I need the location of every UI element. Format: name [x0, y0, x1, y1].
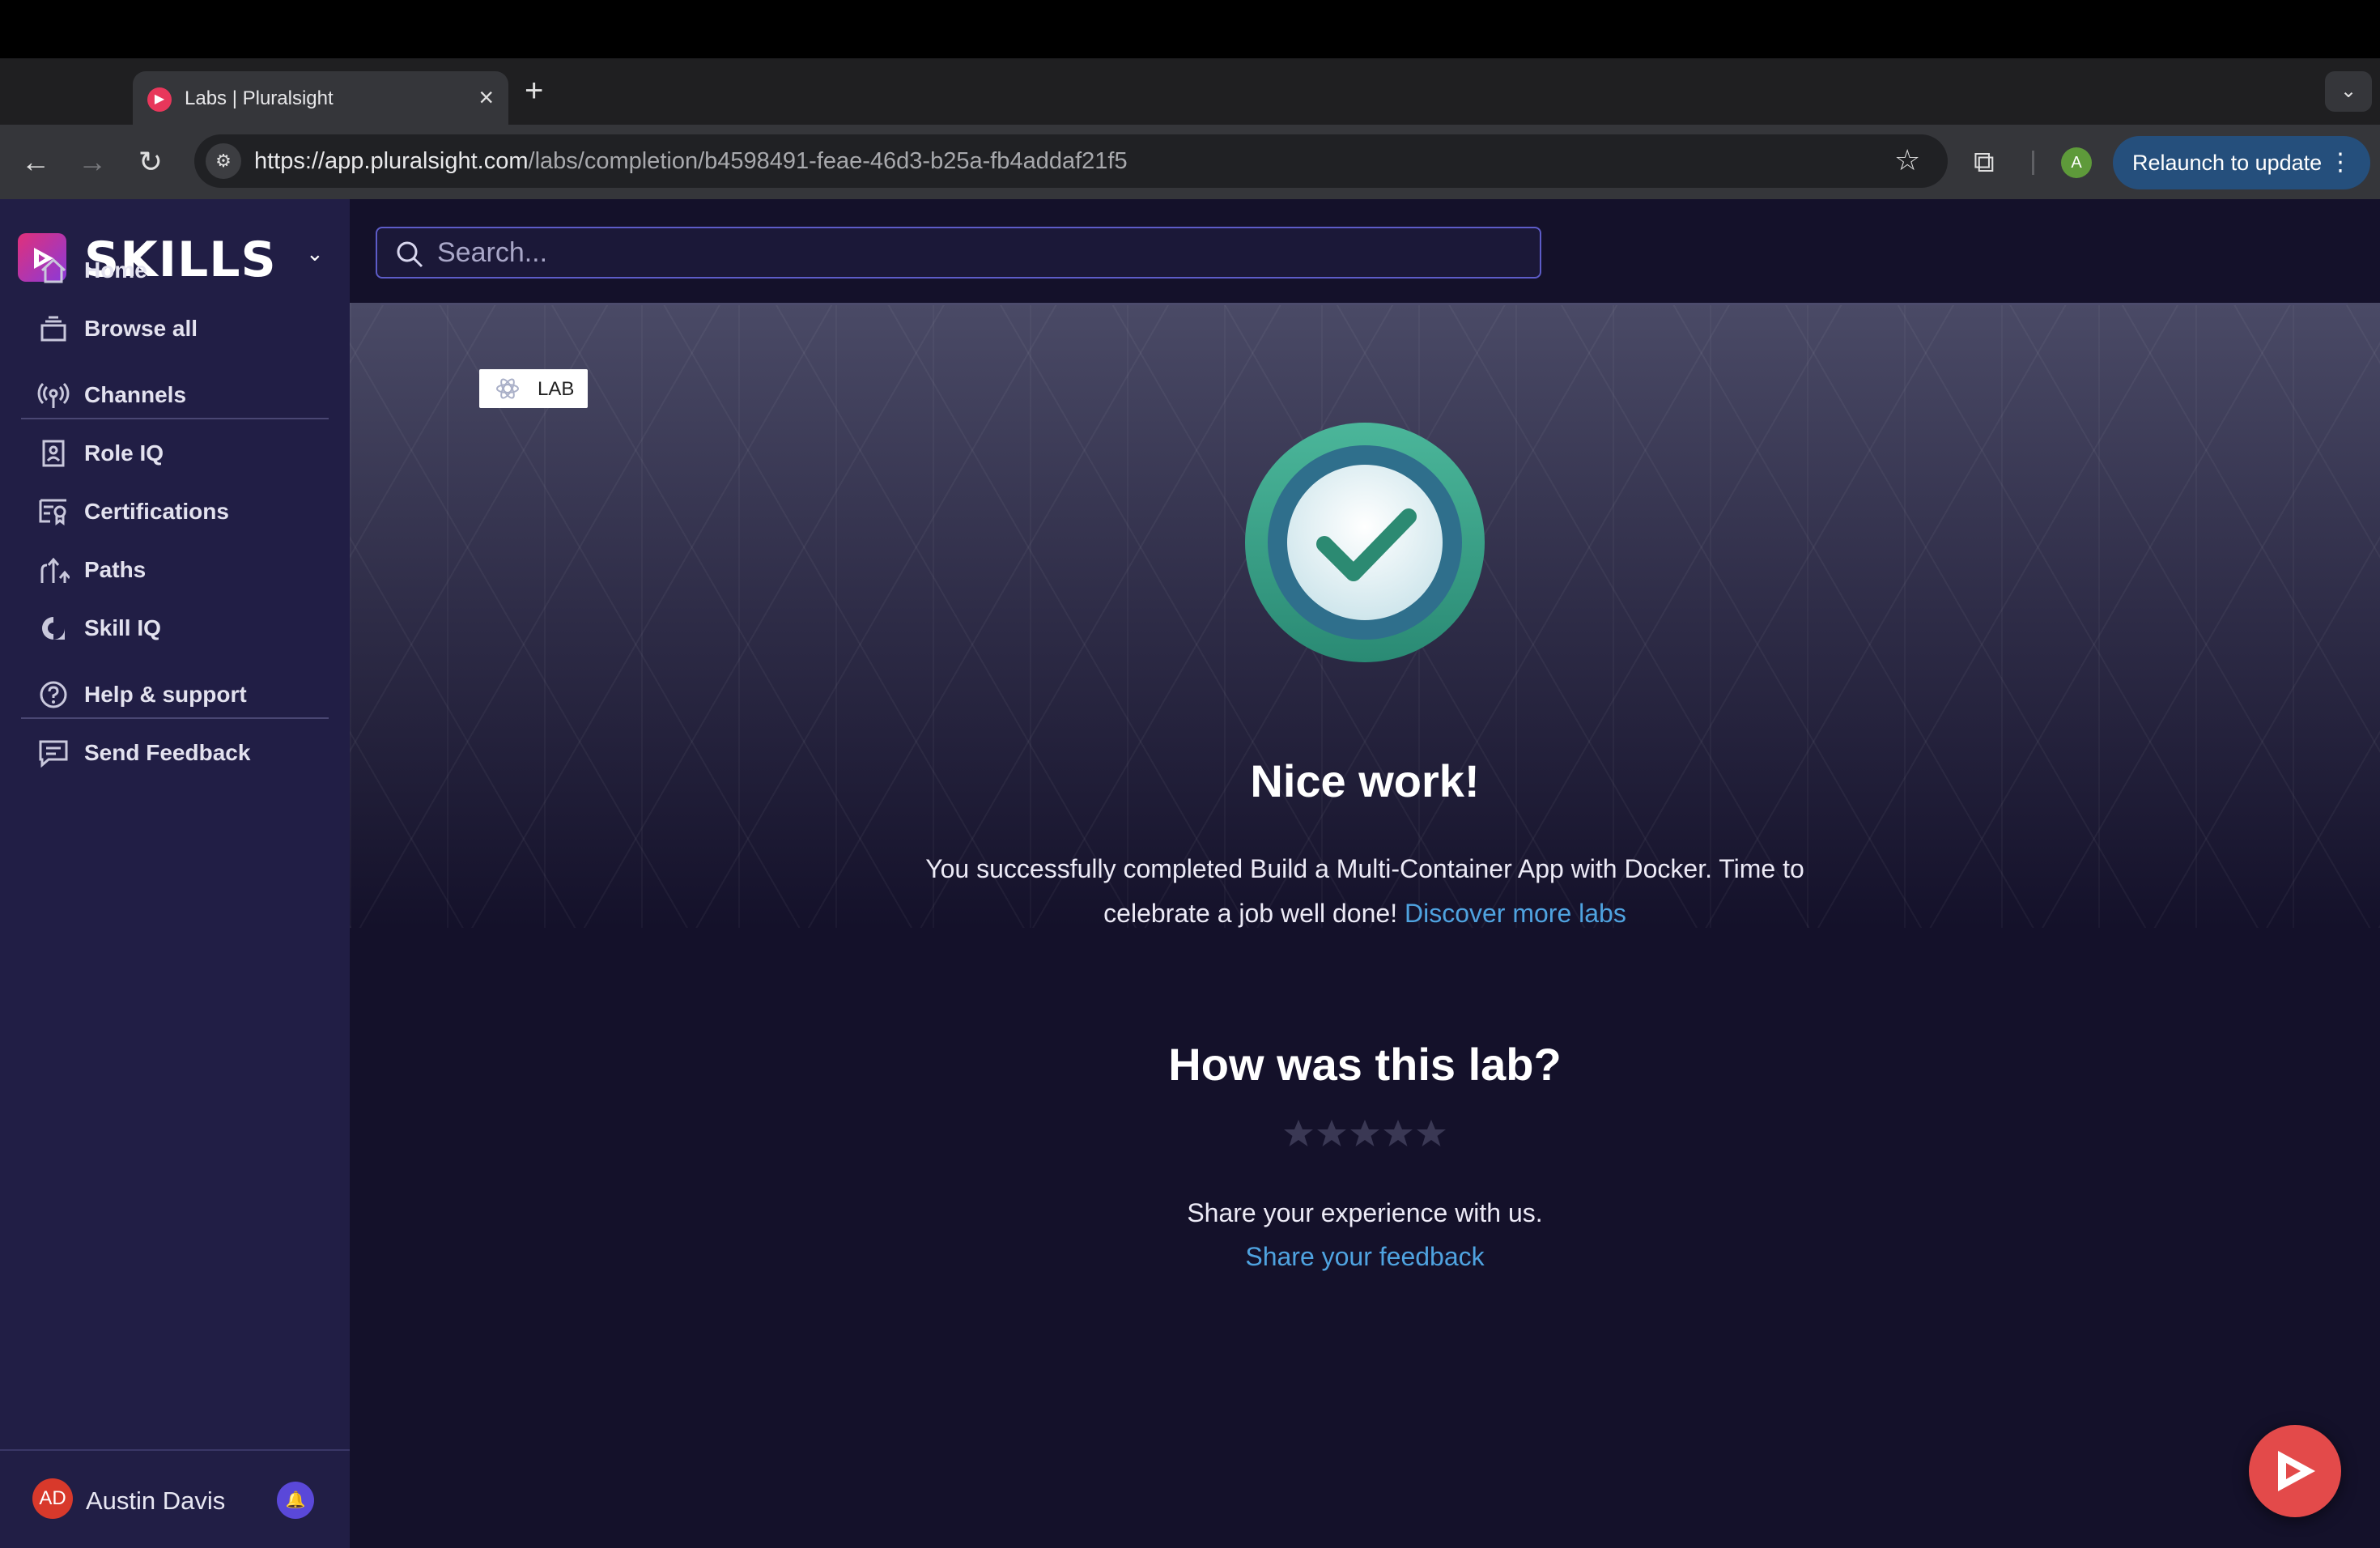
feedback-icon: [39, 740, 68, 768]
more-menu-icon[interactable]: ⋮: [2328, 136, 2352, 189]
reload-icon[interactable]: ↻: [133, 144, 168, 180]
share-experience-text: Share your experience with us.: [1187, 1198, 1543, 1227]
relaunch-to-update-button[interactable]: Relaunch to update ⋮: [2113, 136, 2370, 189]
completion-title: Nice work!: [1250, 755, 1480, 806]
site-settings-icon[interactable]: ⚙: [206, 143, 241, 179]
sidebar-item-role-iq[interactable]: Role IQ: [21, 431, 329, 476]
forward-arrow-icon[interactable]: →: [74, 144, 110, 180]
stack-icon: [40, 316, 66, 342]
home-icon: [40, 257, 66, 283]
new-tab-button[interactable]: +: [525, 71, 543, 110]
address-bar[interactable]: ⚙ https://app.pluralsight.com/labs/compl…: [194, 134, 1948, 188]
sidebar-item-label: Certifications: [84, 499, 229, 524]
avatar: AD: [32, 1478, 73, 1519]
sidebar-item-help-support[interactable]: Help & support: [21, 672, 329, 717]
sidebar: SKILLS ⌄ Home Browse all Channels Role I…: [0, 199, 350, 1548]
sidebar-item-skill-iq[interactable]: Skill IQ: [21, 606, 329, 651]
pluralsight-favicon-icon: ▶: [147, 87, 172, 112]
sidebar-item-browse-all[interactable]: Browse all: [21, 306, 329, 351]
certificate-icon: [39, 499, 66, 525]
completion-message-text: You successfully completed Build a Multi…: [925, 854, 1804, 928]
skill-iq-icon: [42, 617, 65, 640]
rating-title: How was this lab?: [1168, 1039, 1562, 1090]
sidebar-item-certifications[interactable]: Certifications: [21, 489, 329, 534]
broadcast-icon: [37, 382, 70, 408]
browser-tab-bar: ▶ Labs | Pluralsight × + ⌄: [0, 58, 2380, 125]
lab-icon: [496, 378, 519, 399]
toolbar-separator: [2032, 151, 2034, 175]
browser-toolbar: ← → ↻ ⚙ https://app.pluralsight.com/labs…: [0, 125, 2380, 199]
sidebar-item-paths[interactable]: Paths: [21, 547, 329, 593]
tab-title: Labs | Pluralsight: [185, 87, 334, 109]
profile-avatar[interactable]: A: [2061, 147, 2092, 178]
sidebar-divider: [21, 418, 329, 419]
search-input[interactable]: [437, 236, 1490, 269]
sidebar-item-label: Help & support: [84, 682, 247, 707]
sidebar-footer-divider: [0, 1449, 350, 1451]
os-top-strip: [0, 0, 2380, 58]
user-menu[interactable]: AD Austin Davis 🔔: [32, 1475, 340, 1524]
sidebar-item-label: Channels: [84, 382, 187, 407]
star-4-icon[interactable]: [1382, 1117, 1414, 1150]
notification-bell-icon[interactable]: 🔔: [277, 1482, 314, 1519]
help-icon: [40, 681, 67, 708]
tab-search-chevron-icon[interactable]: ⌄: [2325, 71, 2372, 112]
bookmark-star-icon[interactable]: ☆: [1894, 144, 1927, 176]
search-box[interactable]: [376, 227, 1541, 279]
sidebar-item-label: Send Feedback: [84, 740, 251, 765]
sidebar-divider: [21, 717, 329, 719]
share-feedback-link-text[interactable]: Share your feedback: [1245, 1242, 1484, 1271]
share-feedback-link: Share your feedback: [350, 1242, 2380, 1272]
hero-top-border: [380, 303, 2348, 305]
star-1-icon[interactable]: [1282, 1117, 1315, 1150]
sidebar-item-label: Browse all: [84, 316, 198, 341]
star-2-icon[interactable]: [1315, 1117, 1348, 1150]
sidebar-item-label: Paths: [84, 557, 147, 582]
sidebar-item-label: Home: [84, 257, 147, 283]
sidebar-item-label: Skill IQ: [84, 615, 161, 640]
success-check-icon: [1245, 423, 1485, 662]
badge-icon: [42, 440, 65, 467]
tab-close-icon[interactable]: ×: [478, 83, 494, 112]
extensions-puzzle-icon[interactable]: ⧉: [1974, 144, 1995, 180]
browser-tab[interactable]: ▶ Labs | Pluralsight ×: [133, 71, 508, 125]
sidebar-item-home[interactable]: Home: [21, 248, 329, 293]
badge-label: LAB: [538, 378, 575, 400]
sidebar-item-label: Role IQ: [84, 440, 164, 466]
url-text[interactable]: https://app.pluralsight.com/labs/complet…: [254, 148, 1128, 175]
search-icon: [397, 241, 423, 268]
star-5-icon[interactable]: [1415, 1117, 1447, 1150]
back-arrow-icon[interactable]: ←: [18, 144, 53, 180]
pluralsight-play-icon: [2278, 1451, 2315, 1491]
user-name: Austin Davis: [86, 1486, 226, 1515]
relaunch-label: Relaunch to update: [2132, 151, 2323, 175]
sidebar-item-send-feedback[interactable]: Send Feedback: [21, 730, 329, 776]
sidebar-item-channels[interactable]: Channels: [21, 372, 329, 418]
help-launcher-button[interactable]: [2249, 1425, 2341, 1517]
star-rating[interactable]: [1282, 1117, 1447, 1153]
content-type-badge: LAB: [479, 369, 588, 408]
completion-message: You successfully completed Build a Multi…: [874, 847, 1855, 936]
paths-icon: [40, 557, 70, 583]
discover-more-labs-link[interactable]: Discover more labs: [1405, 899, 1626, 928]
star-3-icon[interactable]: [1349, 1117, 1381, 1150]
